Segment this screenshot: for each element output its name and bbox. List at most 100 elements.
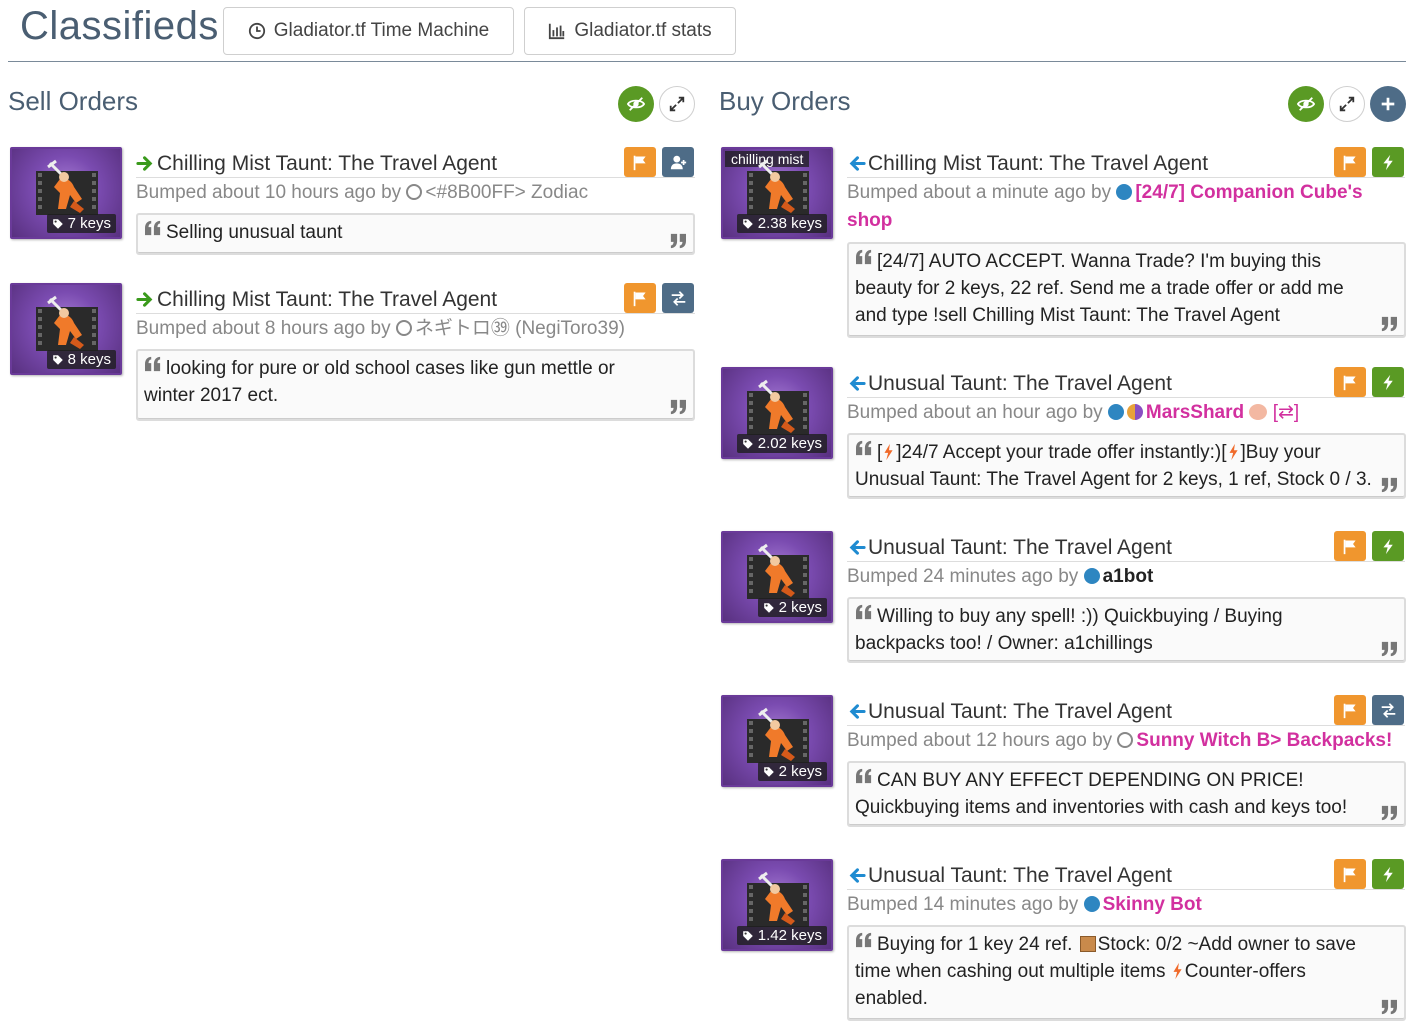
listing-title[interactable]: Unusual Taunt: The Travel Agent [847, 370, 1405, 398]
buyer-name[interactable]: MarsShard [1146, 402, 1244, 423]
bumped-line: Bumped about a minute ago by [24/7] Comp… [847, 182, 1363, 231]
quote-close-icon [1380, 316, 1398, 332]
item-thumbnail[interactable]: chilling mist 2.38 keys [721, 147, 833, 239]
bumped-line: Bumped about 8 hours ago by ネギトロ㊴ (NegiT… [136, 318, 625, 339]
report-button[interactable] [1334, 367, 1366, 397]
page-title: Classifieds [20, 4, 219, 48]
seller-name[interactable]: <#8B00FF> Zodiac [425, 182, 588, 203]
item-thumbnail[interactable]: 2.02 keys [721, 367, 833, 459]
status-dot-icon [1083, 568, 1100, 584]
listing-comment: Selling unusual taunt [136, 213, 695, 255]
add-buy-order-button[interactable] [1370, 86, 1406, 122]
bumped-line: Bumped about 10 hours ago by <#8B00FF> Z… [136, 182, 589, 203]
status-dot-icon [1117, 732, 1134, 748]
quote-close-icon [1380, 805, 1398, 821]
status-dot-icon [395, 320, 412, 336]
flag-icon [1342, 702, 1359, 719]
flag-icon [1342, 154, 1359, 171]
bot-badge: [⇄] [1272, 402, 1300, 423]
quote-close-icon [1380, 477, 1398, 493]
bar-chart-icon [549, 23, 565, 40]
quote-close-icon [1380, 641, 1398, 657]
price-badge: 2 keys [757, 598, 827, 617]
bolt-icon [1380, 374, 1397, 391]
price-badge: 8 keys [46, 350, 116, 369]
tag-icon [742, 218, 754, 230]
buyer-name[interactable]: a1bot [1103, 566, 1154, 587]
listing-comment: CAN BUY ANY EFFECT DEPENDING ON PRICE! Q… [847, 761, 1406, 827]
trade-offer-button[interactable] [1372, 695, 1404, 725]
report-button[interactable] [1334, 147, 1366, 177]
quote-close-icon [1380, 999, 1398, 1015]
exchange-icon [1380, 702, 1397, 719]
report-button[interactable] [624, 147, 656, 177]
listing-title[interactable]: Chilling Mist Taunt: The Travel Agent [847, 150, 1405, 178]
stats-button[interactable]: Gladiator.tf stats [524, 7, 736, 55]
listing-comment: [24/7] AUTO ACCEPT. Wanna Trade? I'm buy… [847, 242, 1406, 338]
listing-comment: []24/7 Accept your trade offer instantly… [847, 433, 1406, 499]
item-thumbnail[interactable]: 7 keys [10, 147, 122, 239]
quote-close-icon [669, 399, 687, 415]
report-button[interactable] [1334, 531, 1366, 561]
buy-listing: 1.42 keys Unusual Taunt: The Travel Agen… [721, 859, 1406, 1024]
price-badge: 2 keys [757, 762, 827, 781]
arrow-left-icon [847, 538, 866, 557]
report-button[interactable] [1334, 859, 1366, 889]
add-friend-icon [670, 154, 687, 171]
buyer-name[interactable]: [24/7] Companion Cube's [1135, 182, 1362, 203]
arrow-left-icon [847, 702, 866, 721]
price-badge: 2.02 keys [736, 434, 827, 453]
sell-listing: 7 keys Chilling Mist Taunt: The Travel A… [10, 147, 695, 262]
item-thumbnail[interactable]: 8 keys [10, 283, 122, 375]
eye-slash-icon [627, 97, 645, 111]
bumped-line: Bumped about 12 hours ago by Sunny Witch… [847, 730, 1393, 751]
tag-icon [763, 602, 775, 614]
buyer-name[interactable]: Skinny Bot [1103, 894, 1202, 915]
add-friend-button[interactable] [662, 147, 694, 177]
instant-trade-button[interactable] [1372, 531, 1404, 561]
item-thumbnail[interactable]: 1.42 keys [721, 859, 833, 951]
listing-title[interactable]: Unusual Taunt: The Travel Agent [847, 862, 1405, 890]
expand-sell-button[interactable] [659, 86, 695, 122]
fire-bolt-icon [1227, 443, 1241, 461]
arrow-left-icon [847, 374, 866, 393]
hide-buy-button[interactable] [1288, 86, 1324, 122]
expand-buy-button[interactable] [1329, 86, 1365, 122]
bolt-icon [1380, 538, 1397, 555]
quote-close-icon [669, 233, 687, 249]
instant-trade-button[interactable] [1372, 367, 1404, 397]
box-icon [1079, 936, 1096, 952]
tag-icon [763, 766, 775, 778]
flag-icon [1342, 866, 1359, 883]
arrow-left-icon [847, 866, 866, 885]
listing-title[interactable]: Chilling Mist Taunt: The Travel Agent [136, 286, 695, 314]
arrow-right-icon [136, 290, 155, 309]
listing-comment: looking for pure or old school cases lik… [136, 349, 695, 421]
item-thumbnail[interactable]: 2 keys [721, 695, 833, 787]
status-dot-icon [1083, 896, 1100, 912]
listing-title[interactable]: Chilling Mist Taunt: The Travel Agent [136, 150, 695, 178]
flag-icon [632, 290, 649, 307]
instant-trade-button[interactable] [1372, 859, 1404, 889]
seller-name[interactable]: ネギトロ㊴ (NegiToro39) [415, 318, 625, 339]
listing-title[interactable]: Unusual Taunt: The Travel Agent [847, 534, 1405, 562]
listing-title[interactable]: Unusual Taunt: The Travel Agent [847, 698, 1405, 726]
trade-offer-button[interactable] [662, 283, 694, 313]
quote-open-icon [855, 249, 873, 265]
tag-icon [52, 218, 64, 230]
stats-label: Gladiator.tf stats [574, 20, 712, 41]
report-button[interactable] [1334, 695, 1366, 725]
time-machine-button[interactable]: Gladiator.tf Time Machine [223, 7, 514, 55]
buyer-name-cont[interactable]: shop [847, 210, 892, 231]
tag-icon [52, 354, 64, 366]
quote-open-icon [855, 604, 873, 620]
buyer-name[interactable]: Sunny Witch B> Backpacks! [1136, 730, 1392, 751]
hide-sell-button[interactable] [618, 86, 654, 122]
item-thumbnail[interactable]: 2 keys [721, 531, 833, 623]
buy-listing: 2 keys Unusual Taunt: The Travel Agent B… [721, 531, 1406, 666]
report-button[interactable] [624, 283, 656, 313]
quote-open-icon [144, 220, 162, 236]
status-dot-icon [1116, 184, 1133, 200]
instant-trade-button[interactable] [1372, 147, 1404, 177]
price-badge: 1.42 keys [736, 926, 827, 945]
